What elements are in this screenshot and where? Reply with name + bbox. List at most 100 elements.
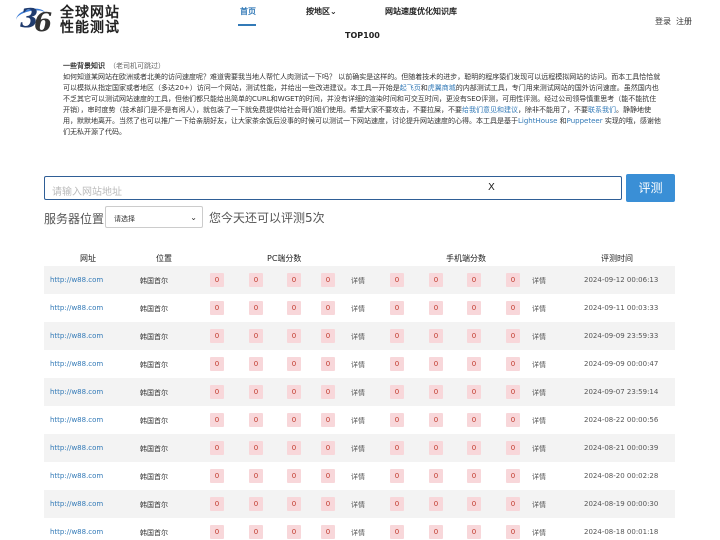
mobile-score-badge: 0: [467, 441, 481, 455]
pc-score-badge: 0: [321, 357, 335, 371]
intro-text-6: 和: [557, 117, 567, 125]
table-row: http://w88.com 韩国首尔 0 0 0 0 详情 0 0 0 0 详情 2024-09-09…: [44, 322, 675, 350]
row-location: 韩国首尔: [140, 305, 168, 313]
url-input[interactable]: 请输入网站地址 X: [44, 176, 622, 200]
mobile-score-badge: 0: [429, 329, 443, 343]
pc-score-badge: 0: [210, 357, 224, 371]
intro-subtitle: （老司机可跳过）: [109, 62, 165, 70]
mobile-detail-link[interactable]: 详情: [532, 304, 546, 314]
row-location: 韩国首尔: [140, 333, 168, 341]
mobile-score-badge: 0: [429, 357, 443, 371]
link-contact-us[interactable]: 联系我们: [588, 106, 616, 114]
pc-score-badge: 0: [321, 273, 335, 287]
table-row: http://w88.com 韩国首尔 0 0 0 0 详情 0 0 0 0 详情 2024-08-22…: [44, 406, 675, 434]
intro-title: 一些背景知识: [63, 62, 105, 70]
row-url-link[interactable]: http://w88.com: [50, 388, 103, 396]
row-url-link[interactable]: http://w88.com: [50, 500, 103, 508]
pc-detail-link[interactable]: 详情: [351, 472, 365, 482]
row-location: 韩国首尔: [140, 473, 168, 481]
pc-detail-link[interactable]: 详情: [351, 444, 365, 454]
pc-detail-link[interactable]: 详情: [351, 416, 365, 426]
server-location-select[interactable]: 请选择 ⌄: [105, 206, 203, 228]
nav-region-dropdown[interactable]: 按地区⌄: [306, 6, 337, 17]
login-link[interactable]: 登录: [655, 16, 671, 27]
server-select-value: 请选择: [114, 215, 135, 223]
row-url-link[interactable]: http://w88.com: [50, 528, 103, 536]
row-location: 韩国首尔: [140, 417, 168, 425]
clear-input-icon[interactable]: X: [488, 182, 495, 193]
pc-score-badge: 0: [210, 469, 224, 483]
link-feedback[interactable]: 给我们意见和建议: [462, 106, 518, 114]
pc-detail-link[interactable]: 详情: [351, 360, 365, 370]
mobile-score-badge: 0: [390, 413, 404, 427]
mobile-detail-link[interactable]: 详情: [532, 332, 546, 342]
link-qifeiye[interactable]: 起飞页: [400, 84, 421, 92]
mobile-detail-link[interactable]: 详情: [532, 388, 546, 398]
mobile-detail-link[interactable]: 详情: [532, 444, 546, 454]
pc-score-badge: 0: [287, 357, 301, 371]
pc-score-badge: 0: [249, 273, 263, 287]
pc-score-badge: 0: [321, 413, 335, 427]
mobile-score-badge: 0: [506, 413, 520, 427]
pc-score-badge: 0: [321, 469, 335, 483]
mobile-detail-link[interactable]: 详情: [532, 416, 546, 426]
mobile-score-badge: 0: [506, 273, 520, 287]
site-logo[interactable]: 3 6 全球网站 性能测试: [14, 4, 120, 38]
row-location: 韩国首尔: [140, 445, 168, 453]
row-eval-time: 2024-09-09 00:00:47: [584, 360, 659, 368]
row-url-link[interactable]: http://w88.com: [50, 444, 103, 452]
mobile-score-badge: 0: [506, 385, 520, 399]
row-url-link[interactable]: http://w88.com: [50, 276, 103, 284]
nav-home[interactable]: 首页: [240, 6, 256, 17]
mobile-score-badge: 0: [467, 469, 481, 483]
pc-detail-link[interactable]: 详情: [351, 304, 365, 314]
mobile-score-badge: 0: [467, 329, 481, 343]
row-url-link[interactable]: http://w88.com: [50, 332, 103, 340]
link-puppeteer[interactable]: Puppeteer: [567, 117, 603, 125]
mobile-score-badge: 0: [390, 329, 404, 343]
mobile-detail-link[interactable]: 详情: [532, 528, 546, 538]
pc-score-badge: 0: [287, 497, 301, 511]
mobile-detail-link[interactable]: 详情: [532, 500, 546, 510]
mobile-score-badge: 0: [429, 385, 443, 399]
server-location-label: 服务器位置: [44, 212, 105, 226]
pc-score-badge: 0: [287, 273, 301, 287]
row-url-link[interactable]: http://w88.com: [50, 472, 103, 480]
mobile-detail-link[interactable]: 详情: [532, 360, 546, 370]
row-location: 韩国首尔: [140, 277, 168, 285]
row-url-link[interactable]: http://w88.com: [50, 304, 103, 312]
mobile-score-badge: 0: [506, 301, 520, 315]
link-huyi-mall[interactable]: 虎翼商城: [428, 84, 456, 92]
mobile-score-badge: 0: [429, 413, 443, 427]
row-url-link[interactable]: http://w88.com: [50, 416, 103, 424]
mobile-score-badge: 0: [429, 469, 443, 483]
mobile-detail-link[interactable]: 详情: [532, 276, 546, 286]
pc-score-badge: 0: [287, 469, 301, 483]
nav-top100[interactable]: TOP100: [345, 31, 380, 40]
mobile-score-badge: 0: [429, 301, 443, 315]
pc-score-badge: 0: [210, 385, 224, 399]
pc-score-badge: 0: [287, 413, 301, 427]
pc-detail-link[interactable]: 详情: [351, 276, 365, 286]
mobile-score-badge: 0: [390, 441, 404, 455]
intro-heading: 一些背景知识 （老司机可跳过）: [63, 61, 663, 72]
pc-detail-link[interactable]: 详情: [351, 500, 365, 510]
pc-detail-link[interactable]: 详情: [351, 332, 365, 342]
mobile-detail-link[interactable]: 详情: [532, 472, 546, 482]
link-lighthouse[interactable]: LightHouse: [518, 117, 557, 125]
row-url-link[interactable]: http://w88.com: [50, 360, 103, 368]
row-eval-time: 2024-08-19 00:00:30: [584, 500, 659, 508]
evaluate-button[interactable]: 评测: [626, 174, 675, 202]
mobile-score-badge: 0: [390, 385, 404, 399]
pc-score-badge: 0: [321, 497, 335, 511]
register-link[interactable]: 注册: [676, 16, 692, 27]
url-input-placeholder: 请输入网站地址: [52, 187, 122, 198]
nav-knowledge-base[interactable]: 网站速度优化知识库: [385, 6, 457, 17]
column-header-pc-score: PC端分数: [267, 254, 302, 263]
logo-digit-6: 6: [34, 8, 53, 38]
pc-detail-link[interactable]: 详情: [351, 528, 365, 538]
mobile-score-badge: 0: [467, 301, 481, 315]
pc-score-badge: 0: [210, 413, 224, 427]
pc-detail-link[interactable]: 详情: [351, 388, 365, 398]
mobile-score-badge: 0: [467, 273, 481, 287]
